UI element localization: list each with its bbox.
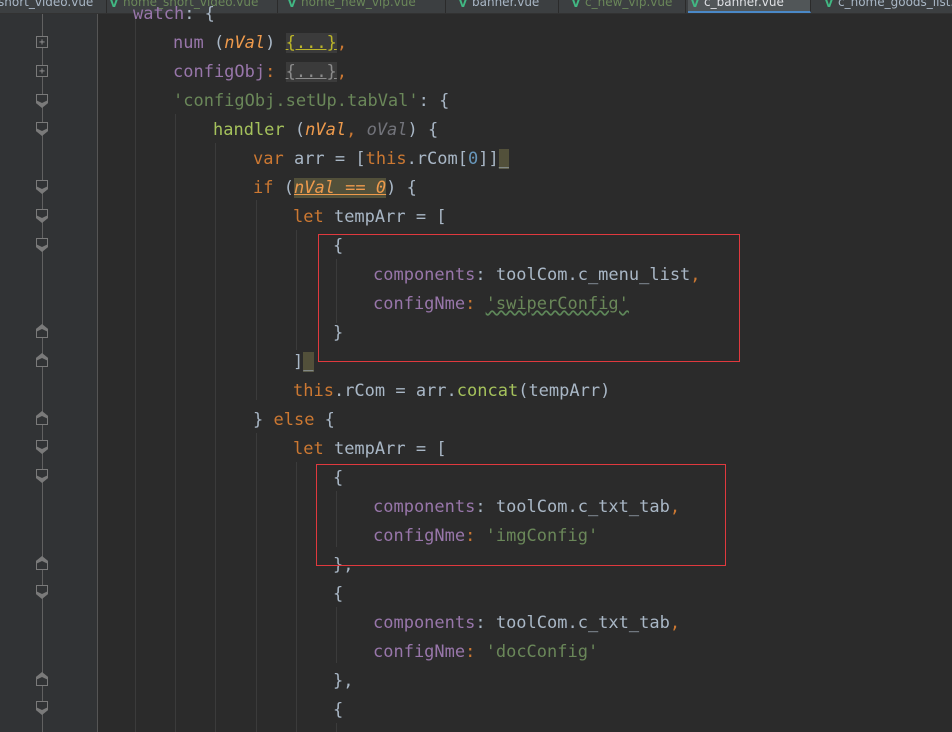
vue-icon: v [691, 0, 699, 10]
tab-banner[interactable]: v banner.vue [456, 0, 559, 13]
fold-guide-line [42, 14, 43, 732]
indent-guide [135, 14, 136, 732]
code-line: } else { [253, 410, 335, 430]
code-line: let tempArr = [ [293, 439, 447, 459]
indent-guide [256, 200, 257, 400]
code-line: configNme: 'docConfig' [373, 642, 599, 662]
code-line: if (nVal == 0) { [253, 178, 417, 198]
tab-home-new-vip[interactable]: v home_new_vip.vue [285, 0, 446, 13]
indent-guide [336, 607, 337, 663]
tab-label: c_new_vip.vue [585, 0, 673, 9]
indent-guide [256, 433, 257, 732]
code-line: components: toolCom.c_txt_tab, [373, 613, 681, 633]
annotation-box [316, 464, 726, 566]
vue-icon: v [459, 0, 467, 10]
tab-label: short_video.vue [0, 0, 94, 9]
tab-label: banner.vue [472, 0, 540, 9]
code-line: this.rCom = arr.concat(tempArr) [293, 381, 611, 401]
tab-c-new-vip[interactable]: v c_new_vip.vue [569, 0, 686, 13]
tab-short-video[interactable]: short_video.vue [0, 0, 107, 13]
tab-label: home_new_vip.vue [301, 0, 416, 9]
vue-icon: v [572, 0, 580, 10]
code-line: handler (nVal, oVal) { [213, 120, 439, 140]
fold-expand-icon[interactable]: + [36, 36, 48, 48]
vue-icon: v [825, 0, 833, 10]
code-line: 'configObj.setUp.tabVal': { [173, 91, 450, 111]
code-line: let tempArr = [ [293, 207, 447, 227]
indent-guide [175, 114, 176, 732]
tab-label: c_banner.vue [704, 0, 784, 9]
indent-guide [296, 462, 297, 732]
editor-gutter [0, 14, 98, 732]
code-line: { [333, 700, 344, 720]
folded-block[interactable]: {...} [285, 62, 337, 82]
tab-label: c_home_goods_list.vue [838, 0, 952, 9]
vue-icon: v [288, 0, 296, 10]
code-line: var arr = [this.rCom[0]]_ [253, 149, 509, 169]
code-line: num (nVal) {...}, [173, 33, 348, 53]
code-line: watch: { [133, 4, 215, 24]
tab-c-home-goods-list[interactable]: v c_home_goods_list.vue [822, 0, 952, 13]
code-line: { [333, 584, 344, 604]
code-line: ]_ [293, 352, 314, 372]
indent-guide [215, 143, 216, 732]
folded-block[interactable]: {...} [285, 33, 337, 53]
code-line: }, [333, 671, 354, 691]
code-line: configObj: {...}, [173, 62, 348, 82]
tab-c-banner[interactable]: v c_banner.vue [688, 0, 811, 13]
gutter-separator [97, 14, 98, 732]
annotation-box [318, 234, 740, 362]
vue-icon: v [110, 0, 118, 10]
indent-guide [296, 230, 297, 350]
fold-expand-icon[interactable]: + [36, 65, 48, 77]
